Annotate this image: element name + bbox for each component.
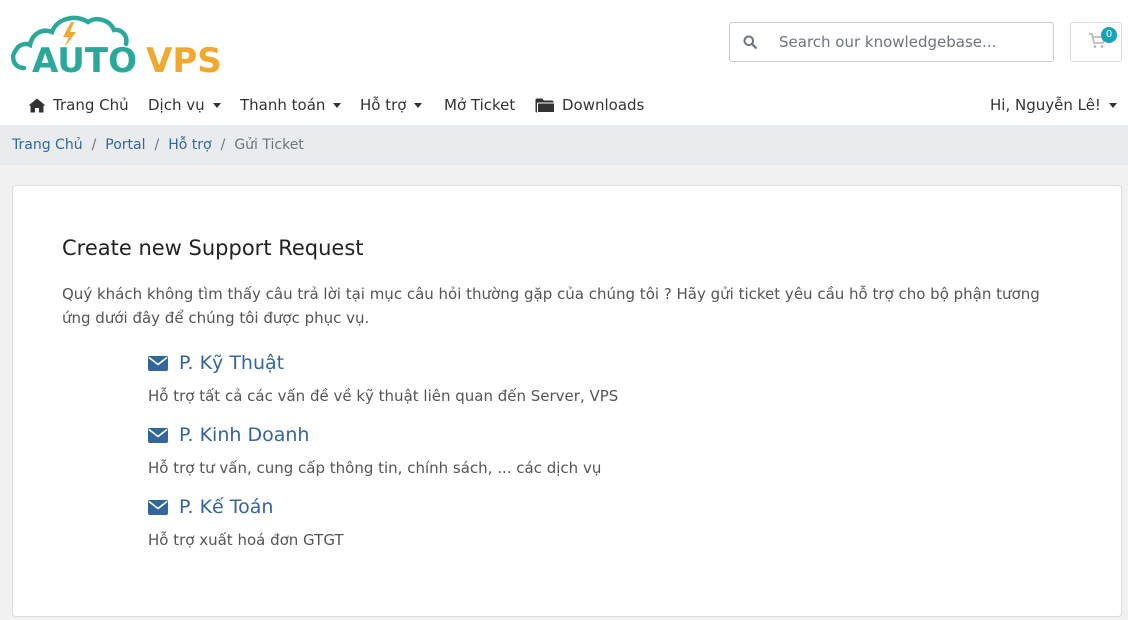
nav-item-downloads[interactable]: Downloads: [535, 85, 644, 125]
breadcrumb-separator: /: [154, 137, 160, 153]
search-input[interactable]: [770, 24, 1053, 60]
nav-item-open-ticket[interactable]: Mở Ticket: [444, 85, 515, 125]
department-item: P. Kinh Doanh Hỗ trợ tư vấn, cung cấp th…: [148, 424, 601, 477]
envelope-icon: [148, 499, 168, 515]
user-menu[interactable]: Hi, Nguyễn Lê!: [990, 85, 1117, 125]
nav-item-billing[interactable]: Thanh toán: [240, 85, 342, 125]
breadcrumb: Trang Chủ / Portal / Hỗ trợ / Gửi Ticket: [0, 125, 1128, 165]
department-name: P. Kỹ Thuật: [179, 352, 285, 374]
envelope-icon: [148, 355, 168, 371]
cart-count-badge: 0: [1101, 27, 1117, 43]
chevron-down-icon: [1108, 102, 1117, 108]
breadcrumb-current: Gửi Ticket: [234, 137, 304, 153]
breadcrumb-portal[interactable]: Portal: [105, 137, 145, 153]
site-header: AUTO VPS 0: [0, 0, 1128, 85]
breadcrumb-separator: /: [220, 137, 226, 153]
envelope-icon: [148, 427, 168, 443]
chevron-down-icon: [333, 102, 342, 108]
nav-item-billing-label: Thanh toán: [240, 96, 326, 114]
department-description: Hỗ trợ xuất hoá đơn GTGT: [148, 531, 344, 549]
nav-item-home[interactable]: Trang Chủ: [28, 85, 129, 125]
breadcrumb-home[interactable]: Trang Chủ: [12, 137, 83, 153]
page-title: Create new Support Request: [62, 236, 364, 260]
logo-text-vps: VPS: [146, 41, 222, 76]
autovps-logo[interactable]: AUTO VPS: [10, 10, 232, 76]
department-item: P. Kế Toán Hỗ trợ xuất hoá đơn GTGT: [148, 496, 344, 549]
department-description: Hỗ trợ tư vấn, cung cấp thông tin, chính…: [148, 459, 602, 477]
folder-icon: [535, 98, 555, 113]
nav-item-support[interactable]: Hỗ trợ: [360, 85, 423, 125]
search-icon[interactable]: [730, 23, 770, 61]
department-item: P. Kỹ Thuật Hỗ trợ tất cả các vấn đề về …: [148, 352, 618, 405]
home-icon: [28, 98, 46, 113]
breadcrumb-separator: /: [91, 137, 97, 153]
support-request-card: Create new Support Request Quý khách khô…: [12, 185, 1122, 617]
department-description: Hỗ trợ tất cả các vấn đề về kỹ thuật liê…: [148, 387, 619, 405]
logo-text-auto: AUTO: [32, 41, 137, 76]
nav-item-support-label: Hỗ trợ: [360, 96, 407, 114]
department-link-sales[interactable]: P. Kinh Doanh: [148, 424, 601, 446]
user-menu-label: Hi, Nguyễn Lê!: [990, 96, 1101, 114]
nav-item-services-label: Dịch vụ: [148, 96, 205, 114]
nav-item-downloads-label: Downloads: [562, 96, 645, 114]
chevron-down-icon: [414, 102, 423, 108]
department-name: P. Kinh Doanh: [179, 424, 310, 446]
breadcrumb-support[interactable]: Hỗ trợ: [168, 137, 211, 153]
knowledgebase-search[interactable]: [729, 22, 1054, 62]
department-link-technical[interactable]: P. Kỹ Thuật: [148, 352, 618, 374]
nav-item-home-label: Trang Chủ: [53, 96, 129, 114]
department-name: P. Kế Toán: [179, 496, 274, 518]
nav-item-services[interactable]: Dịch vụ: [148, 85, 221, 125]
main-navbar: Trang Chủ Dịch vụ Thanh toán Hỗ trợ Mở T…: [0, 85, 1128, 125]
page-description: Quý khách không tìm thấy câu trả lời tại…: [62, 285, 1040, 327]
cart-button[interactable]: 0: [1070, 22, 1122, 62]
nav-item-open-ticket-label: Mở Ticket: [444, 96, 516, 114]
department-link-accounting[interactable]: P. Kế Toán: [148, 496, 344, 518]
chevron-down-icon: [212, 102, 221, 108]
